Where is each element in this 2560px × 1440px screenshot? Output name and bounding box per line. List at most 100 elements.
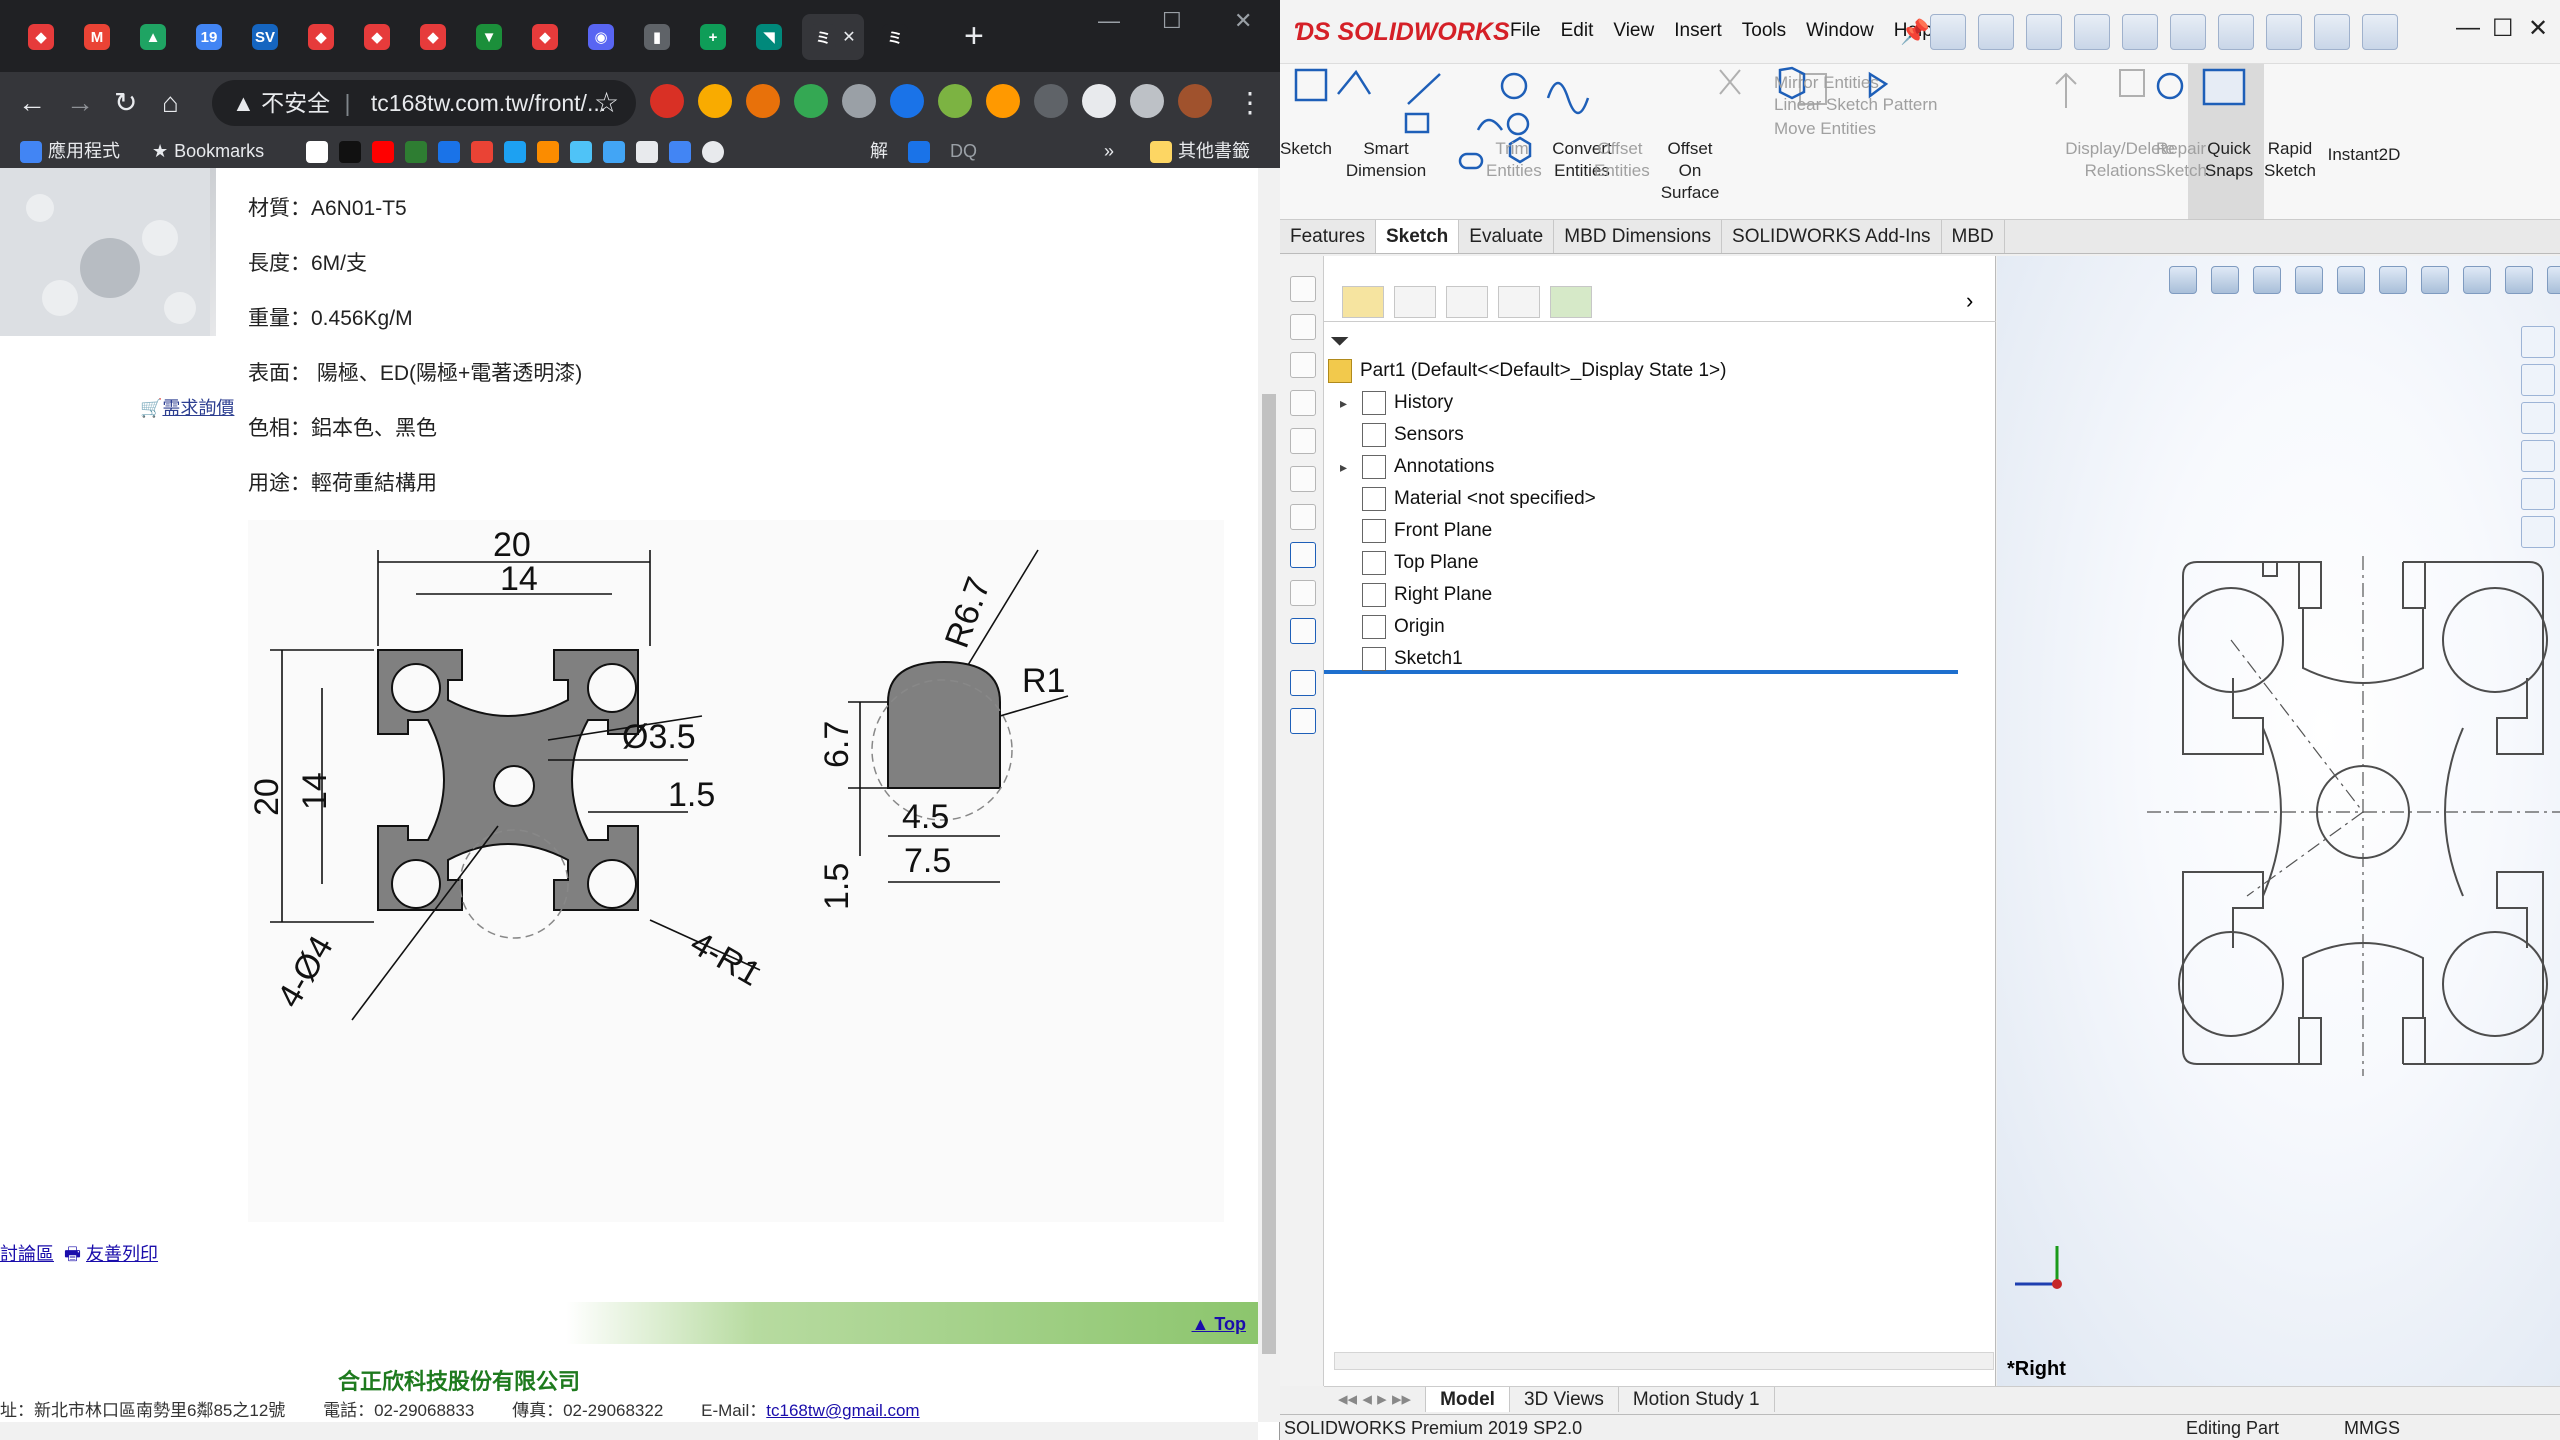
sketch-tool-icon[interactable] <box>1290 670 1316 696</box>
url-text[interactable]: tc168tw.com.tw/front/... <box>371 90 606 116</box>
tab-sketch[interactable]: Sketch <box>1375 220 1460 253</box>
browser-tab[interactable]: M <box>74 14 120 60</box>
tree-item[interactable]: Sketch1 <box>1324 644 1958 674</box>
browser-tab[interactable]: ミ ✕ <box>802 14 864 60</box>
tree-item[interactable]: Material <not specified> <box>1362 484 1596 514</box>
sketch-tool-icon[interactable] <box>1290 618 1316 644</box>
user-icon[interactable] <box>2314 14 2350 50</box>
extension-icon[interactable] <box>938 84 972 118</box>
extension-icon[interactable] <box>698 84 732 118</box>
tree-item[interactable]: Origin <box>1362 612 1445 642</box>
forum-link[interactable]: 討論區 <box>0 1244 54 1264</box>
extension-icon[interactable] <box>650 84 684 118</box>
pin-icon[interactable]: 📌 <box>1900 18 1930 47</box>
reload-icon[interactable]: ↻ <box>114 86 137 120</box>
bookmark-icon[interactable] <box>537 141 560 164</box>
bookmark-star-icon[interactable]: ☆ <box>594 86 619 120</box>
menu-dots-icon[interactable]: ⋮ <box>1236 86 1264 120</box>
bookmark-icon[interactable] <box>908 138 936 164</box>
bookmark-icon[interactable] <box>306 141 328 164</box>
property-tab-icon[interactable] <box>1394 286 1436 318</box>
configuration-tab-icon[interactable] <box>1446 286 1488 318</box>
panel-icon[interactable] <box>1290 466 1316 492</box>
bookmark-icon[interactable] <box>438 141 461 164</box>
puzzle-icon[interactable] <box>1082 84 1116 118</box>
home-icon[interactable]: ⌂ <box>162 86 179 120</box>
browser-tab[interactable]: ▮ <box>634 14 680 60</box>
tab-nav-arrows[interactable]: ◂◂ ◂ ▸ ▸▸ <box>1324 1387 1427 1412</box>
tab-features[interactable]: Features <box>1280 220 1376 253</box>
sketch-tool-icon[interactable] <box>1290 542 1316 568</box>
page-scrollbar[interactable] <box>1258 168 1280 1422</box>
rebuild-icon[interactable] <box>2266 14 2302 50</box>
browser-tab[interactable]: ◥ <box>746 14 792 60</box>
command-rapid[interactable]: Rapid Sketch <box>2258 138 2322 182</box>
expand-arrow-icon[interactable]: ▸ <box>1340 388 1347 418</box>
home-icon[interactable] <box>1930 14 1966 50</box>
save-icon[interactable] <box>2074 14 2110 50</box>
command-smart[interactable]: Smart Dimension <box>1340 138 1432 182</box>
dimxpert-tab-icon[interactable] <box>1498 286 1540 318</box>
sketch-tool-icon[interactable] <box>1290 708 1316 734</box>
tree-item[interactable]: ▸ Annotations <box>1340 452 1494 482</box>
twitter-icon[interactable] <box>504 141 527 164</box>
display-tab-icon[interactable] <box>1550 286 1592 318</box>
browser-tab[interactable]: SV <box>242 14 288 60</box>
browser-tab[interactable]: ▼ <box>466 14 512 60</box>
inquiry-link[interactable]: 🛒需求詢價 <box>140 394 234 420</box>
not-secure-label[interactable]: ▲ 不安全 <box>232 90 330 116</box>
command-linear-sketch-pattern[interactable]: Linear Sketch Pattern <box>1740 94 2000 116</box>
command-trim[interactable]: Trim Entities <box>1486 138 1542 182</box>
globe-icon[interactable] <box>702 141 725 164</box>
tab-close-icon[interactable]: ✕ <box>842 27 855 47</box>
chevron-right-icon[interactable]: › <box>1966 288 1973 314</box>
maximize-icon[interactable]: ☐ <box>1162 8 1182 34</box>
camera-icon[interactable] <box>842 84 876 118</box>
expand-arrow-icon[interactable]: ▸ <box>1340 452 1347 482</box>
units-button[interactable]: MMGS <box>2344 1417 2400 1439</box>
bookmark-bookmarks[interactable]: ★ Bookmarks <box>152 138 264 164</box>
sw-minimize-icon[interactable]: — <box>2456 14 2480 42</box>
feature-tree-tab-icon[interactable] <box>1342 286 1384 318</box>
command-quick[interactable]: Quick Snaps <box>2200 138 2258 182</box>
back-icon[interactable]: ← <box>18 86 46 120</box>
browser-tab[interactable]: 19 <box>186 14 232 60</box>
scrollbar-thumb[interactable] <box>1262 394 1276 1354</box>
browser-tab[interactable]: ◆ <box>298 14 344 60</box>
tab-mbd-dimensions[interactable]: MBD Dimensions <box>1554 220 1723 253</box>
print-link[interactable]: 友善列印 <box>86 1244 158 1264</box>
bottom-tab-motion-study-1[interactable]: Motion Study 1 <box>1619 1387 1775 1412</box>
menu-edit[interactable]: Edit <box>1561 20 1594 42</box>
graphics-area[interactable]: *Right <box>1997 256 2560 1386</box>
extension-icon[interactable] <box>1034 84 1068 118</box>
sw-close-icon[interactable]: ✕ <box>2528 14 2548 43</box>
bookmark-apps[interactable]: 應用程式 <box>20 138 120 164</box>
forward-icon[interactable]: → <box>66 86 94 120</box>
panel-icon[interactable] <box>1290 276 1316 302</box>
bookmark-jie[interactable]: 解 <box>870 138 888 164</box>
top-link[interactable]: ▲ Top <box>1192 1314 1246 1335</box>
print-icon[interactable] <box>2122 14 2158 50</box>
tree-item[interactable]: Sensors <box>1362 420 1464 450</box>
other-bookmarks[interactable]: 其他書籤 <box>1150 138 1250 164</box>
tree-item[interactable]: Top Plane <box>1362 548 1479 578</box>
bottom-tab-model[interactable]: Model <box>1426 1387 1510 1412</box>
panel-icon[interactable] <box>1290 504 1316 530</box>
tree-item[interactable]: Right Plane <box>1362 580 1492 610</box>
browser-tab[interactable]: ◉ <box>578 14 624 60</box>
bottom-tab-3d-views[interactable]: 3D Views <box>1510 1387 1619 1412</box>
minimize-icon[interactable]: — <box>1098 8 1120 34</box>
browser-tab[interactable]: ミ <box>872 14 918 60</box>
bookmark-icon[interactable] <box>570 141 593 164</box>
tree-hscrollbar[interactable] <box>1334 1352 1994 1370</box>
command-mirror-entities[interactable]: Mirror Entities <box>1740 72 1960 94</box>
youtube-icon[interactable] <box>372 141 395 164</box>
menu-file[interactable]: File <box>1510 20 1541 42</box>
browser-tab[interactable]: ◆ <box>18 14 64 60</box>
menu-tools[interactable]: Tools <box>1742 20 1786 42</box>
command-sketch[interactable]: Sketch <box>1280 138 1332 160</box>
tab-evaluate[interactable]: Evaluate <box>1459 220 1555 253</box>
panel-icon[interactable] <box>1290 352 1316 378</box>
select-icon[interactable] <box>2218 14 2254 50</box>
menu-view[interactable]: View <box>1613 20 1654 42</box>
